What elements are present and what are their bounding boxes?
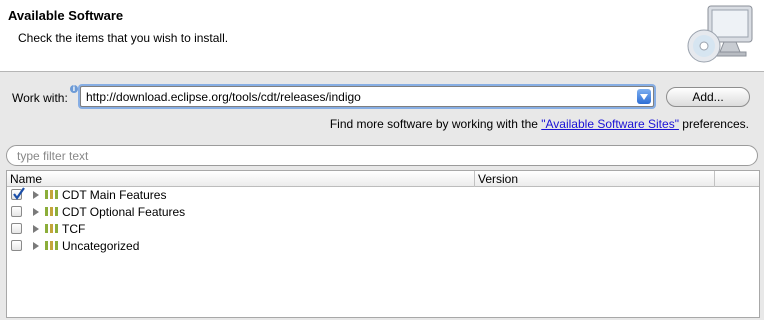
row-label: CDT Optional Features <box>62 205 186 219</box>
package-category-icon <box>45 241 58 250</box>
column-divider[interactable] <box>714 171 715 187</box>
dialog-header: Available Software Check the items that … <box>0 0 764 72</box>
triangle-right-icon[interactable] <box>33 191 39 199</box>
row-checkbox[interactable] <box>11 206 22 217</box>
work-with-label: Work with: <box>12 91 68 105</box>
add-button[interactable]: Add... <box>666 87 750 107</box>
work-with-value[interactable]: http://download.eclipse.org/tools/cdt/re… <box>86 90 361 104</box>
work-with-combo[interactable]: http://download.eclipse.org/tools/cdt/re… <box>80 86 654 107</box>
computer-cd-install-icon <box>687 5 753 63</box>
column-divider[interactable] <box>474 171 475 187</box>
row-checkbox[interactable] <box>11 187 25 200</box>
table-row[interactable]: CDT Main Features <box>7 187 759 204</box>
available-software-sites-link[interactable]: "Available Software Sites" <box>541 117 679 131</box>
header-description: Check the items that you wish to install… <box>18 31 229 45</box>
filter-placeholder: type filter text <box>17 149 89 163</box>
info-icon: i <box>70 85 78 93</box>
row-label: TCF <box>62 222 86 236</box>
package-category-icon <box>45 190 58 199</box>
triangle-right-icon[interactable] <box>33 242 39 250</box>
triangle-right-icon[interactable] <box>33 208 39 216</box>
row-label: Uncategorized <box>62 239 140 253</box>
table-row[interactable]: TCF <box>7 221 759 238</box>
column-header-name[interactable]: Name <box>10 172 42 186</box>
package-category-icon <box>45 207 58 216</box>
table-row[interactable]: CDT Optional Features <box>7 204 759 221</box>
row-checkbox[interactable] <box>11 223 22 234</box>
table-header: Name Version <box>7 171 759 187</box>
table-row[interactable]: Uncategorized <box>7 238 759 255</box>
find-more-prefix: Find more software by working with the <box>329 117 542 131</box>
row-label: CDT Main Features <box>62 188 167 202</box>
find-more-text: Find more software by working with the "… <box>330 117 749 131</box>
filter-input[interactable]: type filter text <box>6 145 758 166</box>
triangle-right-icon[interactable] <box>33 225 39 233</box>
row-checkbox[interactable] <box>11 240 22 251</box>
software-table: Name Version CDT Main Features CDT Optio… <box>6 170 760 318</box>
chevron-down-icon[interactable] <box>637 89 651 104</box>
column-header-version[interactable]: Version <box>478 172 518 186</box>
find-more-suffix: preferences. <box>678 117 749 131</box>
header-title: Available Software <box>8 8 124 23</box>
package-category-icon <box>45 224 58 233</box>
